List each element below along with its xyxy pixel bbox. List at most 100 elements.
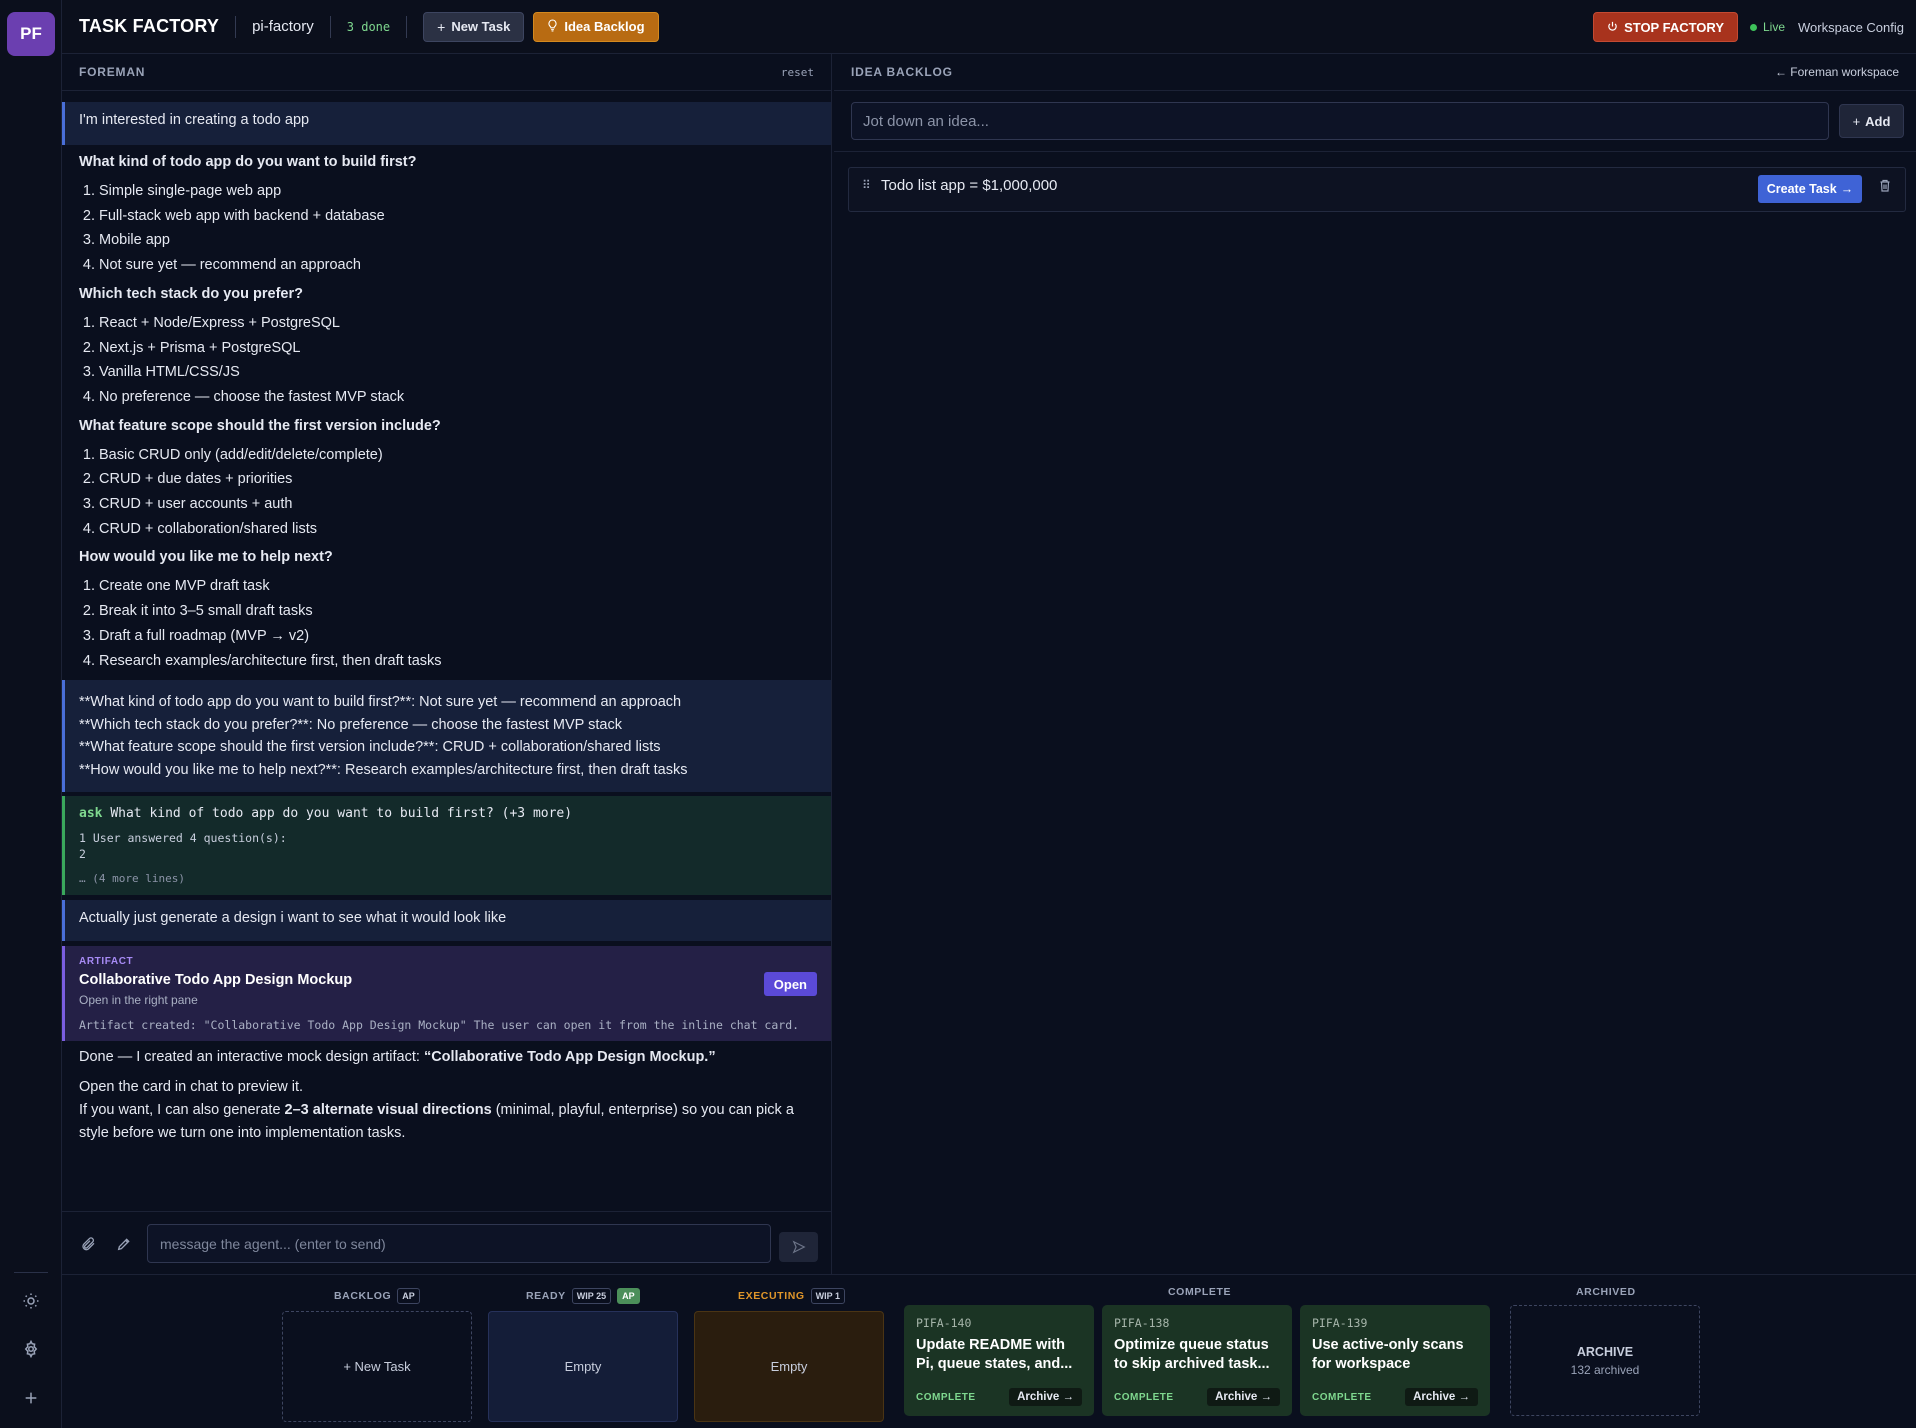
task-footer: COMPLETE Archive →	[1312, 1388, 1478, 1406]
option-item: Simple single-page web app	[99, 179, 814, 204]
task-status: COMPLETE	[916, 1391, 976, 1403]
idea-input-row: + Add	[834, 92, 1916, 152]
archived-label: ARCHIVED	[1576, 1286, 1636, 1298]
user-answers: **What kind of todo app do you want to b…	[62, 680, 831, 793]
idea-text: Todo list app = $1,000,000	[881, 177, 1058, 194]
question-heading: How would you like me to help next?	[79, 549, 333, 566]
rail-divider	[14, 1272, 48, 1273]
avatar[interactable]: PF	[7, 12, 55, 56]
done-count: 3 done	[346, 19, 391, 34]
app-root: PF TASK FACTORY pi-factory 3 done + New …	[0, 0, 1916, 1428]
idea-backlog-title: IDEA BACKLOG	[851, 65, 953, 79]
complete-label: COMPLETE	[1168, 1286, 1232, 1298]
question-block: Which tech stack do you prefer? React + …	[79, 286, 814, 410]
task-card[interactable]: PIFA-138 Optimize queue status to skip a…	[1102, 1305, 1292, 1416]
foreman-pane: FOREMAN reset I'm interested in creating…	[62, 54, 832, 1274]
tool-more-lines[interactable]: … (4 more lines)	[79, 872, 817, 885]
arrow-right-icon: →	[1062, 1391, 1075, 1403]
executing-empty-slot: Empty	[694, 1311, 884, 1422]
archive-label: Archive	[1215, 1391, 1258, 1403]
pen-icon[interactable]	[116, 1236, 132, 1257]
final-paragraph: Done — I created an interactive mock des…	[79, 1046, 814, 1069]
new-task-button[interactable]: + New Task	[423, 11, 525, 42]
user-message: I'm interested in creating a todo app	[62, 102, 831, 145]
create-task-button[interactable]: Create Task →	[1758, 175, 1862, 203]
backlog-new-task-slot[interactable]: + New Task	[282, 1311, 472, 1422]
live-status: Live	[1750, 20, 1785, 34]
question-block: What kind of todo app do you want to bui…	[79, 154, 814, 278]
project-name[interactable]: pi-factory	[252, 18, 314, 35]
tool-call-ask[interactable]: ask What kind of todo app do you want to…	[62, 796, 831, 896]
complete-column-header: COMPLETE	[1168, 1286, 1231, 1298]
final-text: If you want, I can also generate	[79, 1102, 285, 1119]
header-divider	[406, 15, 408, 38]
sun-icon[interactable]	[18, 1288, 44, 1314]
archived-count: 132 archived	[1570, 1362, 1640, 1377]
option-item: No preference — choose the fastest MVP s…	[99, 385, 814, 410]
tool-summary-text: What kind of todo app do you want to bui…	[110, 806, 573, 822]
option-item: Mobile app	[99, 228, 814, 253]
message-input[interactable]	[147, 1224, 771, 1263]
ap-badge[interactable]: AP	[397, 1288, 420, 1304]
header-divider	[235, 15, 237, 38]
artifact-log: Artifact created: "Collaborative Todo Ap…	[79, 1018, 800, 1033]
task-status: COMPLETE	[1114, 1391, 1174, 1403]
header-divider	[329, 15, 331, 38]
task-title: Use active-only scans for workspace atte…	[1312, 1337, 1464, 1372]
final-text: Done — I created an interactive mock des…	[79, 1049, 424, 1066]
task-title: Optimize queue status to skip archived t…	[1114, 1337, 1270, 1372]
artifact-open-button[interactable]: Open	[763, 972, 817, 997]
idea-backlog-pane: IDEA BACKLOG ← Foreman workspace + Add ⠿…	[834, 54, 1916, 1274]
ready-empty-slot: Empty	[488, 1311, 678, 1422]
answer-line: **How would you like me to help next?**:…	[79, 761, 688, 778]
workspace-config-link[interactable]: Workspace Config	[1798, 20, 1904, 35]
option-item: Full-stack web app with backend + databa…	[99, 204, 814, 229]
backlog-column-header: BACKLOG AP	[334, 1288, 420, 1304]
chat-log[interactable]: I'm interested in creating a todo app Wh…	[62, 102, 831, 1145]
archive-button[interactable]: Archive →	[1405, 1388, 1478, 1406]
option-item: Research examples/architecture first, th…	[99, 649, 814, 674]
option-item: Draft a full roadmap (MVP → v2)	[99, 624, 814, 649]
task-board: BACKLOG AP + New Task READY WIP 25 AP Em…	[62, 1274, 1916, 1428]
task-id: PIFA-139	[1312, 1316, 1368, 1330]
option-item: Basic CRUD only (add/edit/delete/complet…	[99, 443, 814, 468]
power-icon	[1607, 20, 1618, 35]
arrow-right-icon: →	[1840, 182, 1854, 196]
create-task-label: Create Task	[1766, 182, 1837, 196]
archive-slot[interactable]: ARCHIVE 132 archived	[1510, 1305, 1700, 1416]
plus-icon: +	[1852, 113, 1861, 129]
paperclip-icon[interactable]	[80, 1236, 96, 1257]
task-card[interactable]: PIFA-139 Use active-only scans for works…	[1300, 1305, 1490, 1416]
trash-icon[interactable]	[1879, 179, 1891, 195]
archive-label: Archive	[1413, 1391, 1456, 1403]
task-card[interactable]: PIFA-140 Update README with Pi, queue st…	[904, 1305, 1094, 1416]
artifact-card[interactable]: ARTIFACT Collaborative Todo App Design M…	[62, 946, 831, 1042]
archive-label: Archive	[1017, 1391, 1060, 1403]
live-dot-icon	[1750, 23, 1757, 31]
foreman-title: FOREMAN	[79, 65, 146, 79]
foreman-workspace-link[interactable]: ← Foreman workspace	[1775, 65, 1899, 79]
archive-title: ARCHIVE	[1576, 1344, 1634, 1359]
answer-line: **What feature scope should the first ve…	[79, 739, 661, 756]
task-id: PIFA-138	[1114, 1316, 1170, 1330]
tool-output-line: 2	[79, 847, 86, 862]
archive-button[interactable]: Archive →	[1009, 1388, 1082, 1406]
send-button[interactable]	[779, 1232, 818, 1262]
arrow-right-icon: →	[1260, 1391, 1273, 1403]
archive-button[interactable]: Archive →	[1207, 1388, 1280, 1406]
reset-button[interactable]: reset	[781, 66, 814, 79]
gear-icon[interactable]	[18, 1336, 44, 1362]
plus-icon[interactable]	[18, 1385, 44, 1411]
stop-factory-button[interactable]: STOP FACTORY	[1593, 12, 1738, 42]
idea-item[interactable]: ⠿ Todo list app = $1,000,000 Create Task…	[848, 167, 1906, 212]
add-idea-button[interactable]: + Add	[1839, 104, 1904, 138]
idea-backlog-button[interactable]: Idea Backlog	[533, 11, 659, 42]
idea-backlog-label: Idea Backlog	[564, 19, 645, 34]
idea-input[interactable]	[851, 102, 1829, 140]
drag-handle-icon[interactable]: ⠿	[862, 178, 871, 192]
ready-column-header: READY WIP 25 AP	[526, 1288, 640, 1304]
ap-badge[interactable]: AP	[617, 1288, 640, 1304]
live-label: Live	[1763, 20, 1786, 34]
backlog-label: BACKLOG	[334, 1290, 392, 1302]
option-list: Basic CRUD only (add/edit/delete/complet…	[79, 443, 814, 542]
